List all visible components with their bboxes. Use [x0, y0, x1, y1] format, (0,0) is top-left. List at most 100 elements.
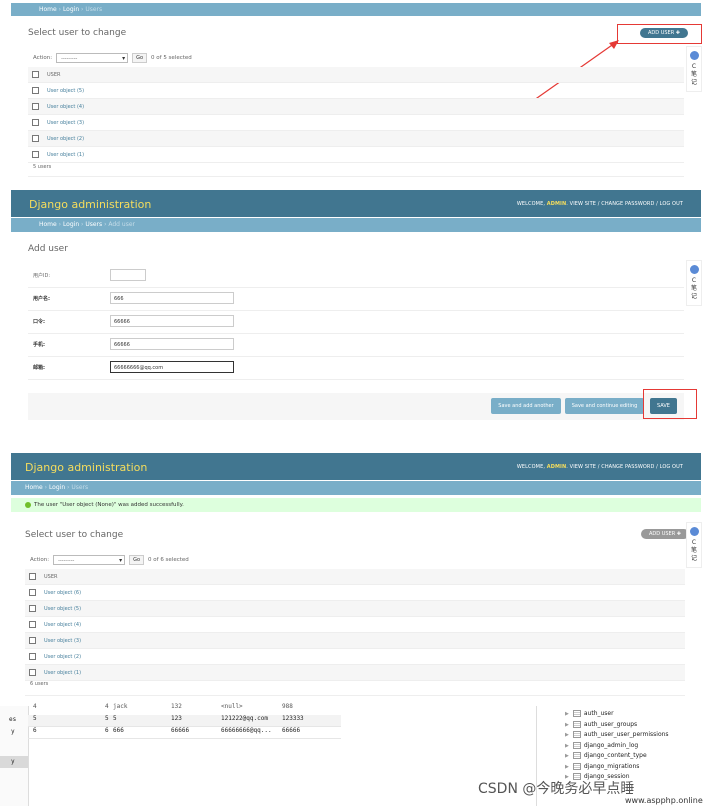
expand-triangle-icon[interactable]: ▶: [565, 722, 569, 728]
table-row-link[interactable]: User object (6): [44, 590, 81, 596]
table-row-link[interactable]: User object (2): [47, 136, 84, 142]
db-cell: 988: [282, 703, 293, 710]
success-check-icon: [25, 501, 31, 508]
welcome-text: WELCOME,: [516, 201, 546, 207]
password-input[interactable]: 66666: [110, 315, 234, 327]
change-password-link[interactable]: CHANGE PASSWORD: [601, 201, 654, 207]
note-icon: [689, 265, 699, 274]
selection-counter: 0 of 6 selected: [148, 557, 189, 563]
tree-item[interactable]: ▶ django_content_type: [565, 751, 669, 762]
side-widget-line2: 笔: [690, 285, 697, 292]
success-message: The user "User object (None)" was added …: [11, 498, 701, 512]
row-checkbox[interactable]: [29, 669, 36, 676]
userid-input[interactable]: [110, 269, 146, 281]
result-count: 6 users: [30, 681, 49, 687]
form-row-username: 用户名: 666: [28, 287, 684, 311]
table-row-link[interactable]: User object (3): [47, 120, 84, 126]
table-row-link[interactable]: User object (4): [44, 622, 81, 628]
tree-item[interactable]: ▶ auth_user: [565, 709, 669, 720]
side-widget-line2: 笔: [690, 71, 697, 78]
column-header-user[interactable]: USER: [43, 67, 684, 83]
save-and-add-another-button[interactable]: Save and add another: [491, 398, 561, 414]
row-checkbox[interactable]: [29, 621, 36, 628]
admin-header: Django administration WELCOME, ADMIN. VI…: [11, 453, 701, 480]
change-password-link[interactable]: CHANGE PASSWORD: [601, 464, 654, 470]
row-checkbox[interactable]: [32, 103, 39, 110]
select-all-checkbox[interactable]: [29, 573, 36, 580]
username: ADMIN: [546, 464, 567, 470]
row-checkbox[interactable]: [32, 87, 39, 94]
row-checkbox[interactable]: [29, 589, 36, 596]
brand-title[interactable]: Django administration: [29, 198, 151, 211]
side-note-widget[interactable]: C 笔 记: [686, 46, 702, 92]
action-select-value: ---------: [58, 558, 75, 564]
table-icon: [572, 741, 581, 749]
row-checkbox[interactable]: [29, 653, 36, 660]
row-checkbox[interactable]: [29, 637, 36, 644]
action-select[interactable]: ---------: [53, 555, 126, 566]
add-user-button[interactable]: ADD USER ✚: [641, 529, 689, 539]
breadcrumb-login[interactable]: Login: [63, 221, 79, 228]
side-note-widget[interactable]: C 笔 记: [686, 260, 702, 306]
tree-item[interactable]: ▶ auth_user_user_permissions: [565, 730, 669, 741]
table-row-link[interactable]: User object (5): [47, 88, 84, 94]
expand-triangle-icon[interactable]: ▶: [565, 732, 569, 738]
db-cell: 123333: [282, 715, 304, 722]
table-row-link[interactable]: User object (5): [44, 606, 81, 612]
side-note-widget[interactable]: C 笔 记: [686, 522, 702, 568]
email-input[interactable]: 66666666@qq.com: [110, 361, 234, 373]
table-icon: [572, 710, 581, 717]
breadcrumb-users[interactable]: Users: [85, 221, 102, 228]
breadcrumb-home[interactable]: Home: [39, 6, 57, 13]
db-cell: 123: [171, 715, 182, 722]
breadcrumb-home[interactable]: Home: [25, 484, 43, 491]
logout-link[interactable]: LOG OUT: [660, 201, 683, 207]
add-user-button[interactable]: ADD USER ✚: [640, 28, 688, 38]
db-cell: 6: [105, 727, 109, 734]
action-label: Action:: [33, 55, 53, 61]
tree-item[interactable]: ▶ auth_user_groups: [565, 720, 669, 731]
plus-icon: ✚: [676, 531, 681, 537]
breadcrumb-home[interactable]: Home: [39, 221, 57, 228]
expand-triangle-icon[interactable]: ▶: [565, 764, 569, 770]
tree-item-label: auth_user_user_permissions: [583, 731, 669, 738]
action-select[interactable]: ---------: [56, 53, 129, 64]
logout-link[interactable]: LOG OUT: [660, 464, 683, 470]
username-input[interactable]: 666: [110, 292, 234, 304]
tree-item-label: auth_user_groups: [583, 720, 638, 728]
view-site-link[interactable]: VIEW SITE: [570, 201, 596, 207]
table-row-link[interactable]: User object (1): [44, 670, 81, 676]
userid-label: 用户ID:: [33, 273, 51, 279]
select-all-checkbox[interactable]: [32, 71, 39, 78]
column-header-user[interactable]: USER: [40, 569, 685, 585]
table-row-link[interactable]: User object (1): [47, 152, 84, 158]
go-button[interactable]: Go: [132, 53, 148, 63]
action-bar: Action: --------- Go 0 of 5 selected: [33, 53, 192, 64]
table-row-link[interactable]: User object (3): [44, 638, 81, 644]
row-checkbox[interactable]: [32, 151, 39, 158]
row-checkbox[interactable]: [32, 135, 39, 142]
row-checkbox[interactable]: [29, 605, 36, 612]
selection-counter: 0 of 5 selected: [151, 55, 192, 61]
breadcrumb-login[interactable]: Login: [49, 484, 65, 491]
expand-triangle-icon[interactable]: ▶: [565, 711, 569, 717]
expand-triangle-icon[interactable]: ▶: [565, 743, 569, 749]
table-icon: [572, 762, 581, 770]
breadcrumb: Home › Login › Users: [11, 3, 701, 16]
username: ADMIN: [546, 201, 567, 207]
sep: /: [597, 464, 600, 470]
table-icon: [572, 720, 581, 728]
phone-input[interactable]: 66666: [110, 338, 234, 350]
table-row-link[interactable]: User object (2): [44, 654, 81, 660]
table-row-link[interactable]: User object (4): [47, 104, 84, 110]
expand-triangle-icon[interactable]: ▶: [565, 753, 569, 759]
tree-item[interactable]: ▶ django_migrations: [565, 762, 669, 773]
go-button[interactable]: Go: [129, 555, 145, 565]
save-and-continue-button[interactable]: Save and continue editing: [565, 398, 644, 414]
tree-item[interactable]: ▶ django_admin_log: [565, 741, 669, 752]
breadcrumb-login[interactable]: Login: [63, 6, 79, 13]
brand-title[interactable]: Django administration: [25, 461, 147, 474]
row-checkbox[interactable]: [32, 119, 39, 126]
result-list: USER User object (5) User object (4) Use…: [28, 67, 684, 163]
view-site-link[interactable]: VIEW SITE: [570, 464, 596, 470]
